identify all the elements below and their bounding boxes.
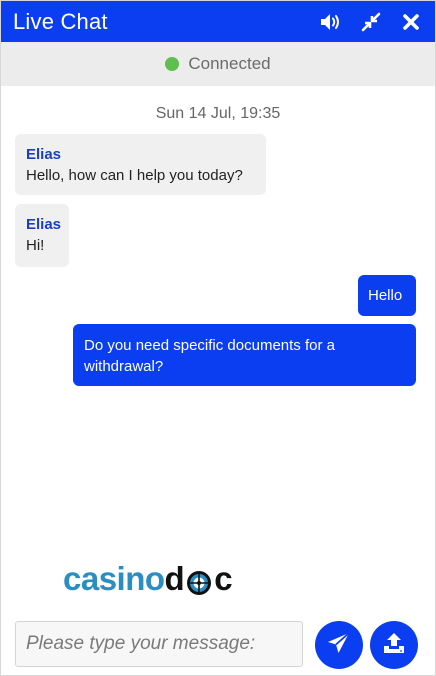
message-sender: Elias — [26, 216, 62, 233]
chat-header: Live Chat — [1, 1, 435, 42]
message-text: Hello, how can I help you today? — [26, 167, 243, 184]
message-text: Hello — [368, 287, 403, 304]
logo-text-casino: casino — [63, 560, 165, 597]
close-icon[interactable] — [399, 10, 423, 34]
message-outgoing: Hello — [358, 275, 416, 316]
send-icon — [326, 630, 352, 661]
minimize-icon[interactable] — [359, 10, 383, 34]
chat-timestamp: Sun 14 Jul, 19:35 — [155, 105, 281, 122]
casinodoc-logo: casino d c — [63, 558, 233, 598]
logo-text-c: c — [214, 560, 233, 597]
send-button[interactable] — [315, 621, 363, 669]
roulette-wheel-icon — [185, 567, 213, 595]
status-text: Connected — [188, 54, 271, 73]
chat-title: Live Chat — [13, 8, 108, 34]
message-input-box[interactable] — [15, 621, 303, 667]
message-outgoing: Do you need specific documents for a wit… — [73, 324, 416, 386]
status-dot — [165, 57, 180, 71]
connection-status-bar: Connected — [1, 42, 435, 86]
header-controls — [319, 1, 423, 42]
logo-text-d: d — [164, 560, 185, 597]
message-incoming: Elias Hello, how can I help you today? — [15, 134, 266, 195]
live-chat-widget: Live Chat Connected Sun 14 Jul, 19:35 El… — [0, 0, 436, 676]
message-text: Do you need specific documents for a wit… — [84, 337, 335, 375]
message-input[interactable] — [26, 633, 302, 655]
volume-icon[interactable] — [319, 10, 343, 34]
upload-icon — [381, 630, 407, 661]
message-text: Hi! — [26, 237, 45, 254]
upload-button[interactable] — [370, 621, 418, 669]
message-incoming: Elias Hi! — [15, 204, 69, 267]
message-sender: Elias — [26, 146, 62, 163]
